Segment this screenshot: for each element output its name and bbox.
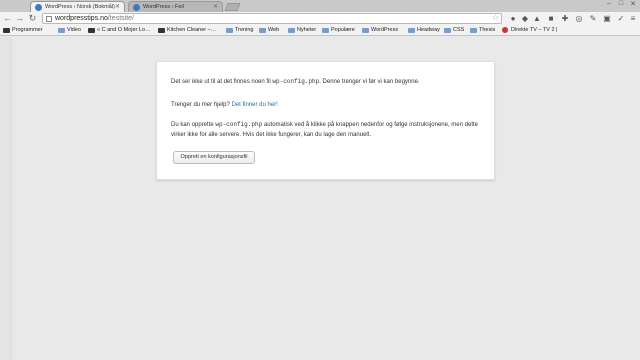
folder-icon [444, 28, 451, 33]
bookmark-video[interactable]: Video [58, 26, 81, 35]
url-path: /testsite/ [107, 15, 134, 22]
folder-icon [58, 28, 65, 33]
extension-icon[interactable]: ◎ [574, 14, 584, 24]
setup-config-card: Det ser ikke ut til at det finnes noen f… [156, 61, 495, 180]
text: . Denne trenger vi før vi kan begynne. [319, 79, 420, 85]
bookmark-label: Nyheter [297, 27, 317, 33]
bookmark-nyheter[interactable]: Nyheter [288, 26, 316, 35]
bookmark-label: Programmer [12, 27, 43, 33]
address-bar[interactable]: wordpresstips.no/testsite/ [42, 13, 502, 24]
folder-icon [259, 28, 266, 33]
config-filename: wp-config.php [215, 121, 263, 128]
bookmark-trening[interactable]: Trening [226, 26, 253, 35]
text: Du kan opprette [171, 122, 216, 128]
bookmark-direkte-tv[interactable]: Direkte TV – TV 2 | [502, 26, 557, 35]
bookmark-wordpress[interactable]: WordPress [362, 26, 398, 35]
window-close-icon[interactable]: ✕ [628, 0, 638, 9]
wordpress-favicon-icon [35, 4, 42, 11]
create-config-button[interactable]: Opprett en konfigurasjonsfil [173, 151, 255, 164]
tab-title: WordPress › Feil [143, 4, 184, 10]
new-tab-button[interactable] [224, 3, 241, 11]
page-icon [158, 28, 165, 33]
wordpress-favicon-icon [133, 4, 140, 11]
bookmark-label: Direkte TV – TV 2 | [511, 27, 558, 33]
bookmark-label: Web [268, 27, 280, 33]
bookmark-label: WordPress [371, 27, 399, 33]
close-icon[interactable]: ✕ [115, 3, 120, 10]
bookmark-label: Kitchen Cleaner –… [167, 27, 217, 33]
text: Trenger du mer hjelp? [171, 102, 232, 108]
config-filename: wp-config.php [272, 78, 320, 85]
extension-icon[interactable]: ● [508, 14, 518, 24]
bookmark-populaere[interactable]: Populære [322, 26, 355, 35]
text: Det ser ikke ut til at det finnes noen f… [171, 79, 273, 85]
extension-icon[interactable]: ✎ [588, 14, 598, 24]
minimize-icon[interactable]: – [604, 0, 614, 9]
page-icon [88, 28, 95, 33]
folder-icon [288, 28, 295, 33]
bookmark-label: Thesis [479, 27, 496, 33]
extension-icon[interactable]: ◆ [520, 14, 530, 24]
bookmark-label: Video [67, 27, 81, 33]
menu-icon[interactable]: ≡ [628, 14, 638, 24]
extension-icon[interactable]: ▣ [602, 14, 612, 24]
folder-icon [362, 28, 369, 33]
bookmarks-bar: Programmer Video « C and O Mojer Lo… Kit… [0, 25, 640, 36]
bookmark-kitchen-cleaner[interactable]: Kitchen Cleaner –… [158, 26, 216, 35]
reload-icon[interactable]: ↻ [27, 13, 38, 24]
browser-toolbar: ← → ↻ wordpresstips.no/testsite/ [0, 12, 640, 25]
bookmark-thesis[interactable]: Thesis [470, 26, 495, 35]
folder-icon [408, 28, 415, 33]
help-link[interactable]: Det finner du her! [231, 102, 277, 108]
url-host: wordpresstips.no [55, 15, 108, 22]
folder-icon [470, 28, 477, 33]
bookmark-label: « C and O Mojer Lo… [97, 27, 151, 33]
instructions-message: Du kan opprette wp-config.php automatisk… [171, 120, 483, 140]
folder-icon [322, 28, 329, 33]
bookmark-web[interactable]: Web [259, 26, 279, 35]
bookmark-headway[interactable]: Headway [408, 26, 440, 35]
apps-icon [3, 28, 10, 33]
bookmark-programmer[interactable]: Programmer [3, 26, 43, 35]
extension-icon[interactable]: ■ [546, 14, 556, 24]
missing-config-message: Det ser ikke ut til at det finnes noen f… [171, 77, 483, 87]
extension-icon[interactable]: ✚ [560, 14, 570, 24]
bookmark-label: Populære [331, 27, 355, 33]
folder-icon [226, 28, 233, 33]
forward-arrow-icon[interactable]: → [14, 13, 25, 24]
extension-icon[interactable]: ▲ [532, 14, 542, 24]
bookmark-label: Trening [235, 27, 254, 33]
page-icon [46, 16, 52, 22]
help-message: Trenger du mer hjelp? Det finner du her! [171, 100, 483, 110]
tv2-icon [502, 27, 508, 33]
tab-wordpress-installer[interactable]: WordPress › Norsk (Bokmål) ✕ [30, 1, 125, 12]
tab-wordpress-error[interactable]: WordPress › Feil ✕ [128, 1, 223, 12]
extension-icon[interactable]: ✓ [616, 14, 626, 24]
tab-strip: WordPress › Norsk (Bokmål) ✕ WordPress ›… [0, 0, 640, 12]
back-arrow-icon[interactable]: ← [2, 13, 13, 24]
bookmark-c-and-o[interactable]: « C and O Mojer Lo… [88, 26, 151, 35]
bookmark-star-icon[interactable]: ☆ [492, 13, 499, 22]
tab-title: WordPress › Norsk (Bokmål) [45, 4, 115, 10]
maximize-icon[interactable]: □ [616, 0, 626, 9]
close-icon[interactable]: ✕ [213, 3, 218, 10]
bookmark-css[interactable]: CSS [444, 26, 464, 35]
bookmark-label: Headway [417, 27, 440, 33]
bookmark-label: CSS [453, 27, 465, 33]
page-left-edge [0, 37, 12, 360]
